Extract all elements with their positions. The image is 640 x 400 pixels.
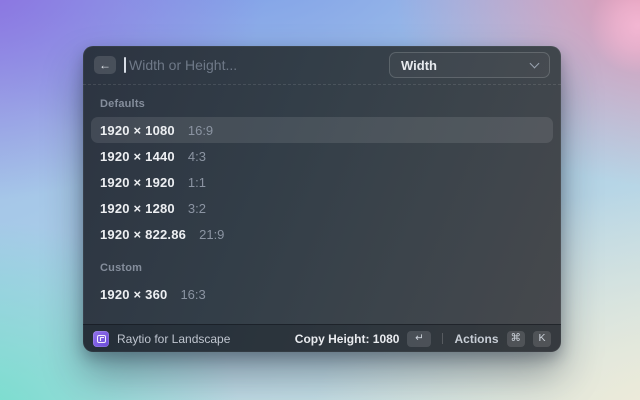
command-key-icon: ⌘ [506,330,525,347]
list-item[interactable]: 1920 × 1920 1:1 [91,169,553,195]
crop-frame-icon [96,334,106,343]
dimension-label: 1920 × 1080 [100,122,175,138]
dimension-label: 1920 × 822.86 [100,226,187,242]
actions-button[interactable]: Actions [454,332,498,346]
list-item[interactable]: 1920 × 1080 16:9 [91,117,553,143]
ratio-label: 4:3 [187,148,206,164]
launcher-window: ← Width or Height... Width Defaults 1920 … [83,46,561,352]
results-list: Defaults 1920 × 1080 16:9 1920 × 1440 4:3 192… [83,85,561,312]
primary-action-label[interactable]: Copy Height: 1080 [295,332,400,346]
list-item[interactable]: 1920 × 360 16:3 [91,281,553,307]
ratio-label: 1:1 [187,174,206,190]
list-item[interactable]: 1920 × 822.86 21:9 [91,221,553,247]
chevron-down-icon [529,58,540,68]
status-bar: Raytio for Landscape Copy Height: 1080 ↵… [83,324,561,352]
app-name-label: Raytio for Landscape [117,331,231,346]
footer-divider [442,333,444,344]
dimension-label: 1920 × 1920 [100,174,175,190]
back-button[interactable]: ← [94,56,116,74]
back-arrow-icon: ← [99,58,111,72]
section-label: Defaults [100,98,145,110]
mode-dropdown[interactable]: Width [389,52,550,78]
search-input[interactable]: Width or Height... [129,57,389,73]
list-section: Defaults 1920 × 1080 16:9 1920 × 1440 4:3 192… [91,90,553,247]
ratio-label: 3:2 [187,200,206,216]
dropdown-selected-value: Width [401,57,437,73]
dimension-label: 1920 × 1280 [100,200,175,216]
list-item[interactable]: 1920 × 1440 4:3 [91,143,553,169]
search-bar: ← Width or Height... Width [83,46,561,85]
ratio-label: 21:9 [199,226,225,242]
k-key-icon: K [533,330,551,347]
ratio-label: 16:9 [187,122,214,138]
section-label: Custom [100,262,143,274]
list-section: Custom 1920 × 360 16:3 [91,254,553,307]
text-cursor [124,57,126,73]
dimension-label: 1920 × 1440 [100,148,175,164]
ratio-label: 16:3 [180,286,206,302]
list-item[interactable]: 1920 × 1280 3:2 [91,195,553,221]
return-key-icon: ↵ [407,330,432,347]
raytio-app-icon [93,330,109,347]
dimension-label: 1920 × 360 [100,286,168,302]
